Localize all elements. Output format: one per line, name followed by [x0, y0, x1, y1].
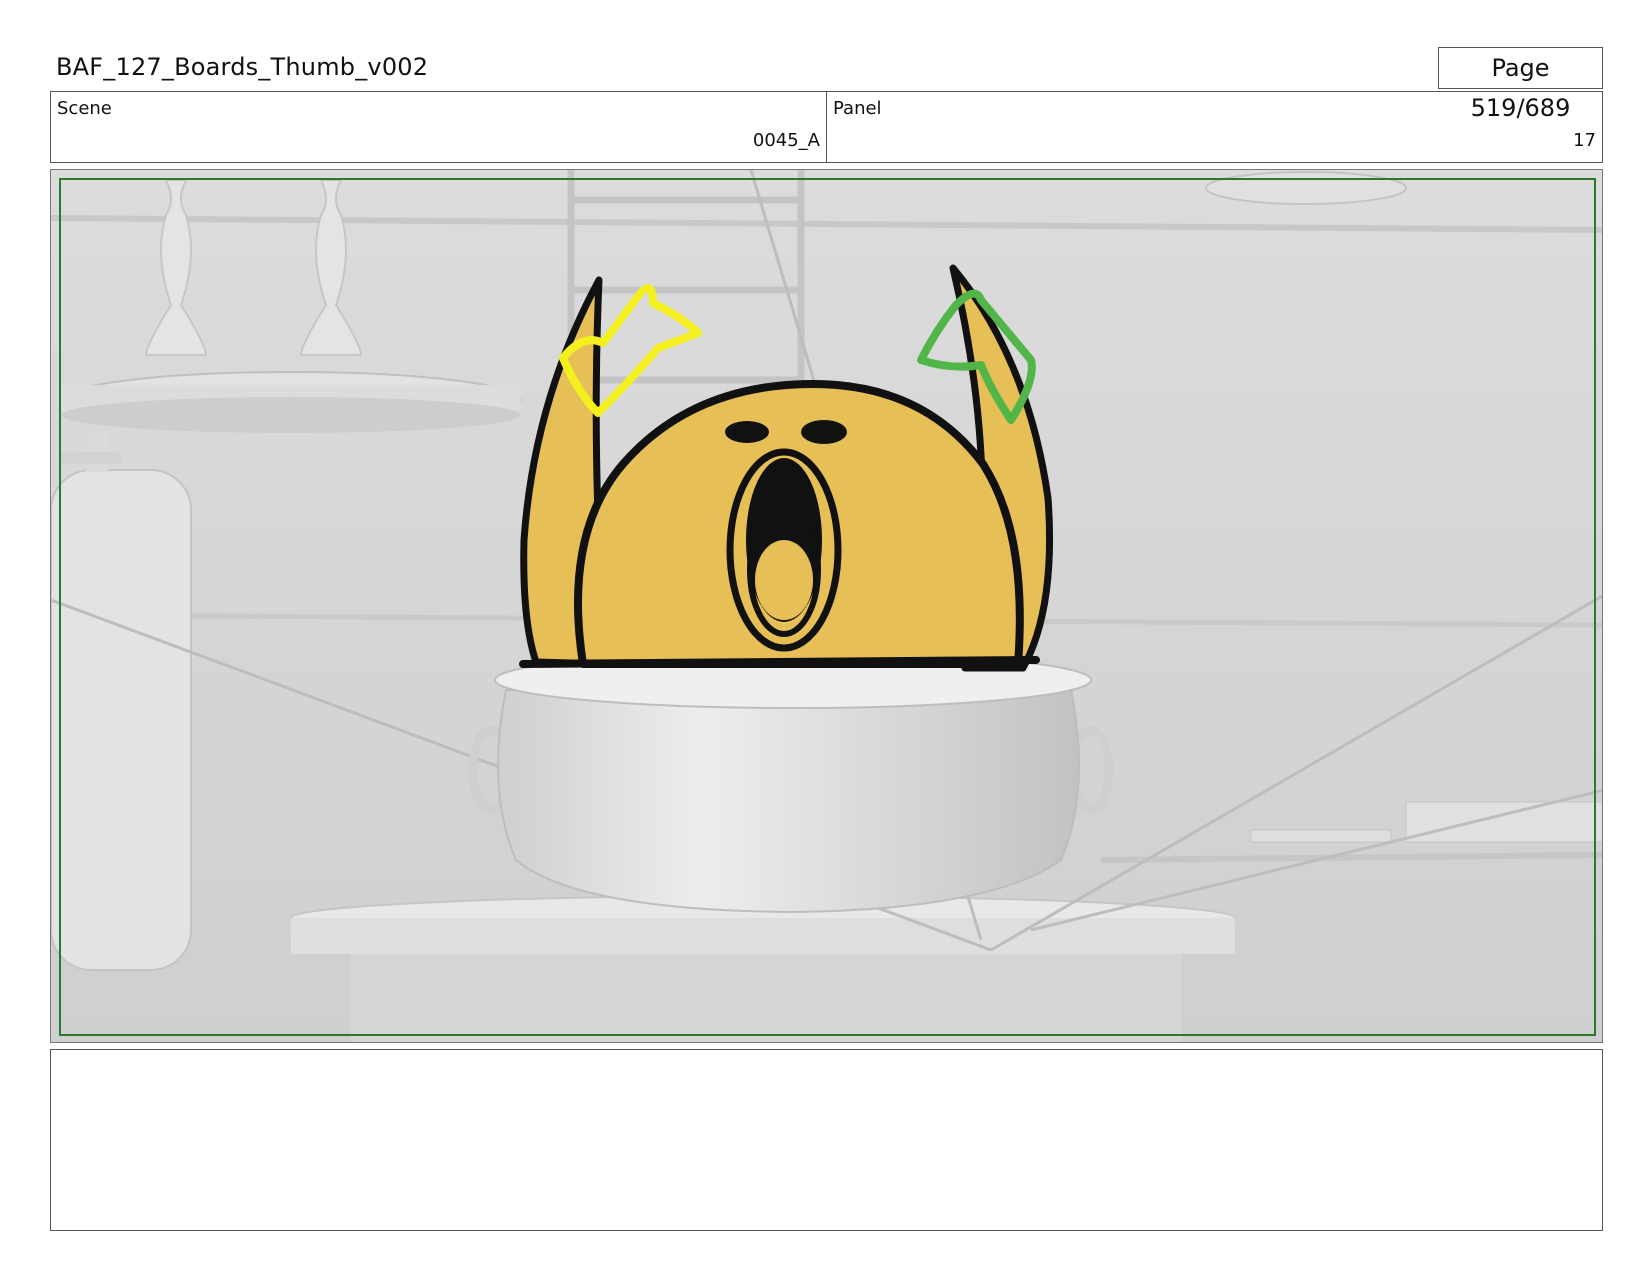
panel-label: Panel — [833, 98, 882, 119]
platform — [290, 895, 1236, 1042]
cauldron — [468, 651, 1114, 914]
panel-value: 17 — [1573, 130, 1596, 151]
storyboard-drawing — [51, 170, 1602, 1042]
ceiling-dish — [1205, 171, 1407, 205]
right-box — [1405, 801, 1602, 843]
right-shelf — [1250, 829, 1392, 843]
panel-notes-box — [50, 1049, 1603, 1231]
gas-tank — [51, 432, 192, 971]
scene-cell: Scene 0045_A — [51, 92, 826, 162]
document-title: BAF_127_Boards_Thumb_v002 — [56, 53, 429, 81]
panel-cell: Panel 17 — [826, 92, 1602, 162]
storyboard-panel-image — [50, 169, 1603, 1043]
scene-label: Scene — [57, 98, 112, 119]
scene-value: 0045_A — [752, 130, 820, 151]
page-counter: Page 519/689 — [1438, 47, 1603, 122]
scene-panel-info: Scene 0045_A Panel 17 — [50, 91, 1603, 163]
